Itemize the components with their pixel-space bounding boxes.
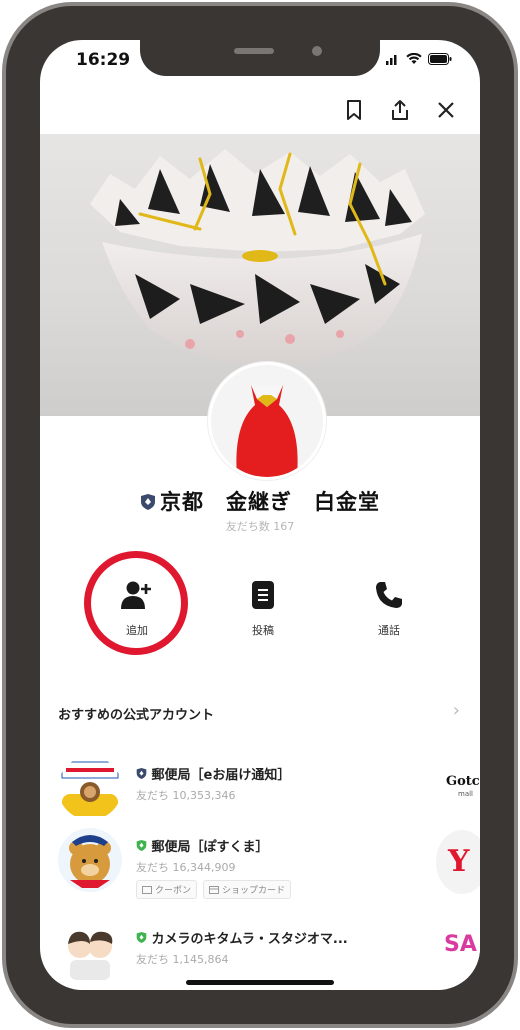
call-label: 通話 bbox=[378, 624, 400, 637]
side-logo-text: Y bbox=[448, 844, 470, 879]
account-name-text: 郵便局［eお届け通知］ bbox=[151, 768, 291, 783]
battery-icon bbox=[428, 53, 452, 65]
side-account-logo[interactable]: Y bbox=[436, 830, 480, 894]
friends-count: 友だち数 167 bbox=[225, 520, 295, 533]
shopcard-tag: ショップカード bbox=[203, 880, 292, 899]
side-logo-text: SA bbox=[444, 932, 477, 957]
account-friends: 友だち 1,145,864 bbox=[136, 953, 229, 966]
post-button[interactable]: 投稿 bbox=[218, 580, 308, 638]
screen: 16:29 京都 金継ぎ 白金堂 友だち数 167 追加 投稿 通話 おすすめの… bbox=[40, 40, 480, 990]
recommended-title: おすすめの公式アカウント bbox=[58, 708, 215, 723]
account-name: 郵便局［ぽすくま］ bbox=[136, 836, 269, 855]
signal-icon bbox=[386, 55, 397, 65]
account-name: カメラのキタムラ・スタジオマ... bbox=[136, 928, 348, 947]
account-name: 郵便局［eお届け通知］ bbox=[136, 764, 290, 783]
profile-name: 京都 金継ぎ 白金堂 bbox=[160, 490, 380, 514]
highlight-circle bbox=[84, 551, 188, 655]
account-logo bbox=[58, 920, 122, 984]
account-friends: 友だち 16,344,909 bbox=[136, 861, 236, 874]
recommended-account[interactable]: 郵便局［ぽすくま］ 友だち 16,344,909 クーポン ショップカード bbox=[40, 828, 480, 899]
call-button[interactable]: 通話 bbox=[344, 580, 434, 638]
bookmark-icon[interactable] bbox=[342, 98, 366, 122]
account-logo bbox=[58, 756, 122, 820]
profile-name-row: 京都 金継ぎ 白金堂 bbox=[40, 486, 480, 516]
side-logo-text: Gotch bbox=[446, 774, 480, 789]
notch bbox=[140, 40, 380, 76]
close-icon[interactable] bbox=[434, 98, 458, 122]
shopcard-icon bbox=[209, 885, 220, 894]
account-name-text: 郵便局［ぽすくま］ bbox=[151, 840, 269, 855]
verified-badge-icon bbox=[136, 932, 147, 943]
side-account-logo[interactable]: Gotch mall bbox=[436, 756, 480, 820]
share-icon[interactable] bbox=[388, 98, 412, 122]
phone-frame: 16:29 京都 金継ぎ 白金堂 友だち数 167 追加 投稿 通話 おすすめの… bbox=[2, 2, 518, 1028]
profile-avatar[interactable] bbox=[208, 362, 326, 480]
status-icons bbox=[386, 51, 452, 67]
kitamura-characters-image bbox=[68, 931, 113, 980]
verified-badge-icon bbox=[136, 840, 147, 851]
coupon-icon bbox=[142, 885, 152, 894]
yupack-logo-image bbox=[61, 761, 119, 816]
posukuma-bear-image bbox=[69, 835, 111, 888]
side-logo-subtext: mall bbox=[458, 790, 473, 798]
post-icon bbox=[252, 581, 274, 609]
chevron-right-icon[interactable]: › bbox=[453, 700, 460, 721]
official-badge-icon bbox=[136, 768, 147, 779]
account-name-text: カメラのキタムラ・スタジオマ... bbox=[151, 932, 348, 947]
red-vase-image bbox=[211, 365, 323, 477]
coupon-tag: クーポン bbox=[136, 880, 198, 899]
topbar bbox=[342, 98, 458, 122]
speaker bbox=[234, 48, 274, 54]
camera bbox=[312, 46, 322, 56]
phone-icon bbox=[376, 582, 402, 608]
account-friends: 友だち 10,353,346 bbox=[136, 789, 236, 802]
account-logo bbox=[58, 828, 122, 892]
recommended-account[interactable]: 郵便局［eお届け通知］ 友だち 10,353,346 bbox=[40, 756, 480, 826]
account-tags: クーポン ショップカード bbox=[136, 880, 292, 899]
official-badge-icon bbox=[141, 494, 155, 510]
home-indicator[interactable] bbox=[186, 980, 334, 985]
status-time: 16:29 bbox=[76, 50, 131, 70]
wifi-icon bbox=[406, 53, 422, 64]
side-account-logo[interactable]: SA bbox=[436, 916, 480, 980]
post-label: 投稿 bbox=[252, 624, 274, 637]
